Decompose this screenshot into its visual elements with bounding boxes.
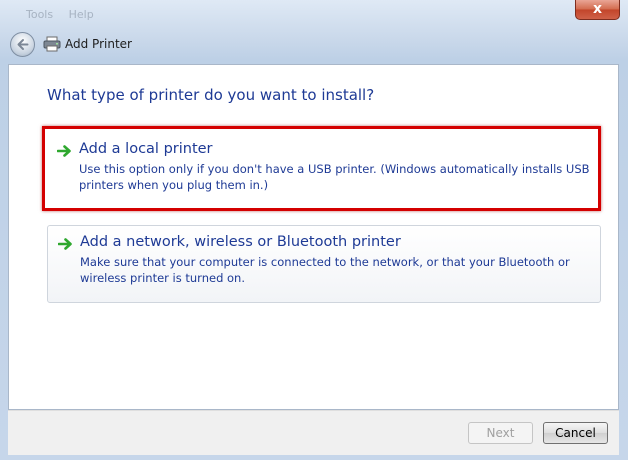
- cancel-button[interactable]: Cancel: [543, 422, 608, 444]
- page-heading: What type of printer do you want to inst…: [47, 86, 375, 104]
- back-arrow-icon: [17, 39, 29, 50]
- close-icon: x: [592, 1, 603, 17]
- window-title: Add Printer: [65, 37, 132, 51]
- menu-item-tools: Tools: [26, 8, 54, 21]
- dialog-window: Tools Help x Add Printer What type of pr…: [0, 0, 628, 460]
- content-pane: What type of printer do you want to inst…: [8, 64, 619, 410]
- option-description: Make sure that your computer is connecte…: [80, 255, 570, 285]
- next-button[interactable]: Next: [468, 422, 533, 444]
- green-arrow-icon: [58, 238, 72, 250]
- printer-icon: [43, 36, 61, 52]
- menu-item-help: Help: [68, 8, 94, 21]
- close-button[interactable]: x: [575, 0, 620, 20]
- back-button[interactable]: [10, 32, 35, 57]
- option-title: Add a network, wireless or Bluetooth pri…: [80, 234, 401, 250]
- selection-highlight: [42, 126, 601, 211]
- background-menu: Tools Help: [26, 8, 106, 21]
- navigation-bar: Add Printer: [10, 32, 610, 58]
- add-network-printer-option[interactable]: Add a network, wireless or Bluetooth pri…: [47, 225, 601, 303]
- button-bar: Next Cancel: [8, 410, 619, 455]
